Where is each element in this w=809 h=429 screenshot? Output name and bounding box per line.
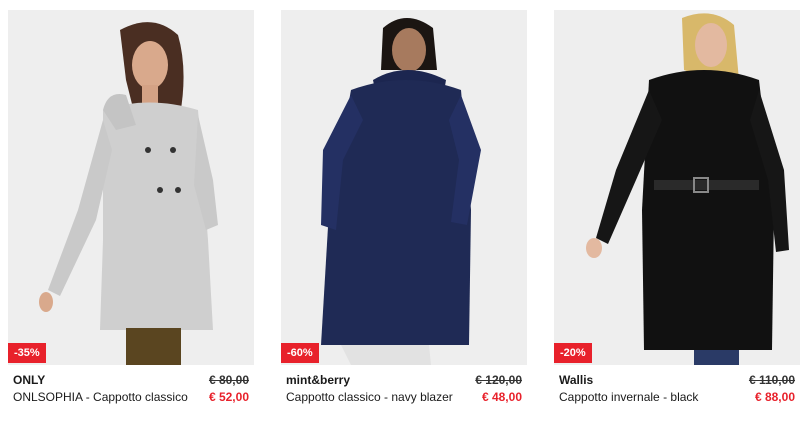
- original-price: € 80,00: [208, 373, 249, 387]
- product-name[interactable]: Cappotto invernale - black: [559, 389, 735, 406]
- original-price: € 110,00: [748, 373, 795, 387]
- product-card[interactable]: -35% ONLY € 80,00 ONLSOPHIA - Cappotto c…: [8, 0, 254, 429]
- discount-badge: -60%: [281, 343, 319, 363]
- black-puffer-coat-image[interactable]: [554, 10, 800, 365]
- sale-price: € 52,00: [208, 390, 249, 404]
- product-info: mint&berry € 120,00 Cappotto classico - …: [281, 372, 527, 406]
- grey-wool-coat-image[interactable]: [8, 10, 254, 365]
- product-name[interactable]: ONLSOPHIA - Cappotto classico: [13, 389, 189, 406]
- sale-price: € 88,00: [754, 390, 795, 404]
- navy-coat-image[interactable]: [281, 10, 527, 365]
- discount-badge: -35%: [8, 343, 46, 363]
- product-brand[interactable]: Wallis: [559, 372, 593, 389]
- product-name[interactable]: Cappotto classico - navy blazer: [286, 389, 462, 406]
- product-brand[interactable]: mint&berry: [286, 372, 350, 389]
- product-photo: [281, 10, 527, 365]
- product-info: ONLY € 80,00 ONLSOPHIA - Cappotto classi…: [8, 372, 254, 406]
- product-card[interactable]: -20% Wallis € 110,00 Cappotto invernale …: [554, 0, 800, 429]
- discount-badge: -20%: [554, 343, 592, 363]
- original-price: € 120,00: [475, 373, 522, 387]
- sale-price: € 48,00: [481, 390, 522, 404]
- product-card[interactable]: -60% mint&berry € 120,00 Cappotto classi…: [281, 0, 527, 429]
- product-brand[interactable]: ONLY: [13, 372, 45, 389]
- product-photo: [8, 10, 254, 365]
- product-photo: [554, 10, 800, 365]
- product-grid: -35% ONLY € 80,00 ONLSOPHIA - Cappotto c…: [0, 0, 809, 429]
- product-info: Wallis € 110,00 Cappotto invernale - bla…: [554, 372, 800, 406]
